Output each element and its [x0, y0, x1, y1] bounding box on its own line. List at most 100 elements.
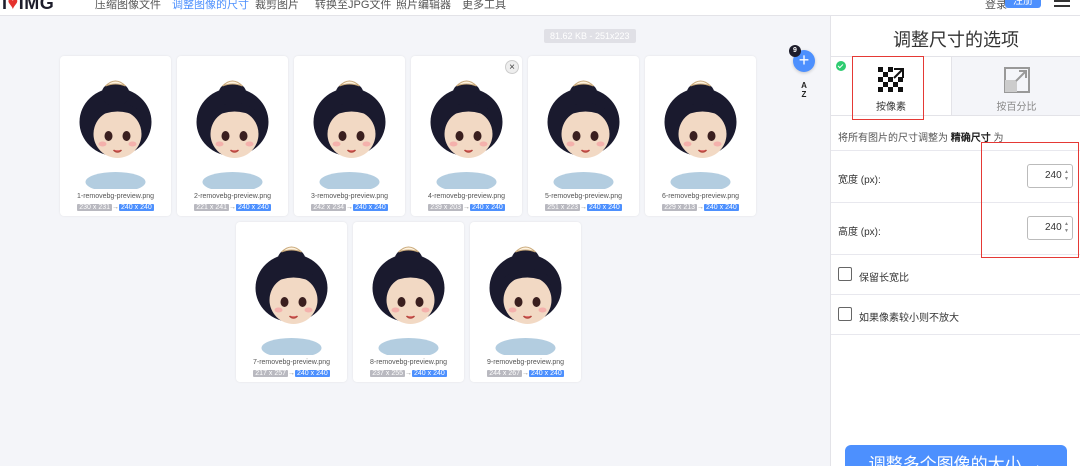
desc-text: 将所有图片的尺寸调整为	[838, 133, 951, 144]
dimension-labels: 237 x 255 → 240 x 240	[353, 369, 464, 379]
nav-photo-editor[interactable]: 照片编辑器	[396, 0, 451, 12]
target-size: 240 x 240	[119, 204, 154, 211]
chibi-girl-thumbnail	[196, 80, 269, 189]
file-count-badge: 9	[789, 45, 801, 57]
dimension-labels: 244 x 267 → 240 x 240	[470, 369, 581, 379]
width-label: 宽度 (px):	[838, 175, 881, 186]
original-size: 244 x 267	[487, 370, 522, 377]
divider	[831, 334, 1080, 335]
target-size: 240 x 240	[470, 204, 505, 211]
signup-button[interactable]: 注册	[1005, 0, 1041, 8]
sort-az-button[interactable]: A Z	[794, 81, 814, 101]
target-size: 240 x 240	[295, 370, 330, 377]
file-name: 6-removebg-preview.png	[661, 193, 740, 200]
target-size: 240 x 240	[529, 370, 564, 377]
nav-more-tools[interactable]: 更多工具	[462, 0, 506, 12]
file-name: 4-removebg-preview.png	[427, 193, 506, 200]
arrow-icon: →	[405, 370, 412, 377]
panel-title: 调整尺寸的选项	[893, 30, 1019, 50]
file-card[interactable]: 3-removebg-preview.png 242 x 234 → 240 x 24…	[294, 56, 405, 216]
resize-percent-icon	[1004, 67, 1030, 93]
resize-description: 将所有图片的尺寸调整为 精确尺寸 为	[838, 129, 1004, 144]
original-size: 251 x 223	[545, 204, 580, 211]
heart-icon: ♥	[7, 0, 19, 13]
arrow-icon: →	[288, 370, 295, 377]
file-card[interactable]: 8-removebg-preview.png 237 x 255 → 240 x 24…	[353, 222, 464, 382]
file-card[interactable]: 2-removebg-preview.png 221 x 241 → 240 x 24…	[177, 56, 288, 216]
target-size: 240 x 240	[353, 204, 388, 211]
no-enlarge-row[interactable]: 如果像素较小则不放大	[831, 294, 1080, 334]
chibi-girl-thumbnail	[255, 246, 328, 355]
tab-by-percentage[interactable]: 按百分比	[951, 57, 1080, 115]
chibi-girl-thumbnail	[664, 80, 737, 189]
file-card[interactable]: 4-removebg-preview.png 239 x 203 → 240 x 24…	[411, 56, 522, 216]
arrow-icon: →	[463, 204, 470, 211]
keep-ratio-label: 保留长宽比	[859, 273, 909, 284]
original-size: 229 x 213	[662, 204, 697, 211]
target-size: 240 x 240	[587, 204, 622, 211]
file-card[interactable]: 6-removebg-preview.png 229 x 213 → 240 x 24…	[645, 56, 756, 216]
file-card[interactable]: 5-removebg-preview.png 251 x 223 → 240 x 24…	[528, 56, 639, 216]
check-icon	[836, 61, 846, 71]
size-tooltip: 81.62 KB - 251x223	[544, 29, 636, 43]
arrow-icon: →	[346, 204, 353, 211]
target-size: 240 x 240	[236, 204, 271, 211]
nav-compress[interactable]: 压缩图像文件	[95, 0, 161, 12]
chibi-girl-thumbnail	[430, 80, 503, 189]
target-size: 240 x 240	[412, 370, 447, 377]
height-label: 高度 (px):	[838, 227, 881, 238]
nav-crop[interactable]: 裁剪图片	[255, 0, 299, 12]
original-size: 217 x 257	[253, 370, 288, 377]
dimension-labels: 229 x 213 → 240 x 240	[645, 203, 756, 213]
dimension-labels: 230 x 231 → 240 x 240	[60, 203, 171, 213]
dimension-labels: 242 x 234 → 240 x 240	[294, 203, 405, 213]
keep-ratio-row[interactable]: 保留长宽比	[831, 254, 1080, 294]
file-card[interactable]: 9-removebg-preview.png 244 x 267 → 240 x 24…	[470, 222, 581, 382]
resize-options-panel: 调整尺寸的选项 按像素 按百分比 将所有图片的尺寸调整为 精确尺寸 为 宽度 (…	[830, 16, 1080, 466]
file-name: 5-removebg-preview.png	[544, 193, 623, 200]
file-name: 3-removebg-preview.png	[310, 193, 389, 200]
file-card[interactable]: 7-removebg-preview.png 217 x 257 → 240 x 24…	[236, 222, 347, 382]
file-name: 8-removebg-preview.png	[369, 359, 448, 366]
nav-convert-jpg[interactable]: 转换至JPG文件	[315, 0, 391, 12]
chibi-girl-thumbnail	[372, 246, 445, 355]
sort-z-letter: Z	[801, 90, 807, 99]
original-size: 239 x 203	[428, 204, 463, 211]
chibi-girl-thumbnail	[547, 80, 620, 189]
highlight-box-pixels-tab	[852, 56, 924, 120]
original-size: 237 x 255	[370, 370, 405, 377]
sort-a-letter: A	[801, 81, 807, 90]
arrow-icon: →	[112, 204, 119, 211]
original-size: 230 x 231	[77, 204, 112, 211]
file-name: 9-removebg-preview.png	[486, 359, 565, 366]
no-enlarge-checkbox[interactable]	[838, 307, 852, 321]
arrow-icon: →	[229, 204, 236, 211]
file-name: 2-removebg-preview.png	[193, 193, 272, 200]
original-size: 221 x 241	[194, 204, 229, 211]
resize-submit-button[interactable]: 调整多个图像的大小 →	[845, 445, 1067, 466]
file-workspace: 81.62 KB - 251x223 1-removebg-preview.pn…	[0, 17, 830, 466]
keep-ratio-checkbox[interactable]	[838, 267, 852, 281]
chibi-girl-thumbnail	[79, 80, 152, 189]
tab-by-percentage-label: 按百分比	[996, 102, 1037, 113]
arrow-icon: →	[522, 370, 529, 377]
top-navigation: I♥IMG 压缩图像文件 调整图像的尺寸 裁剪图片 转换至JPG文件 照片编辑器…	[0, 0, 1080, 16]
nav-resize[interactable]: 调整图像的尺寸	[172, 0, 249, 12]
dimension-labels: 239 x 203 → 240 x 240	[411, 203, 522, 213]
file-name: 1-removebg-preview.png	[76, 193, 155, 200]
target-size: 240 x 240	[704, 204, 739, 211]
arrow-icon: →	[697, 204, 704, 211]
no-enlarge-label: 如果像素较小则不放大	[859, 313, 959, 324]
original-size: 242 x 234	[311, 204, 346, 211]
chibi-girl-thumbnail	[313, 80, 386, 189]
dimension-labels: 221 x 241 → 240 x 240	[177, 203, 288, 213]
logo[interactable]: I♥IMG	[2, 0, 54, 14]
file-name: 7-removebg-preview.png	[252, 359, 331, 366]
login-link[interactable]: 登录	[985, 0, 1007, 12]
hamburger-menu-icon[interactable]	[1054, 0, 1070, 10]
highlight-box-dimensions	[981, 142, 1079, 258]
file-card[interactable]: 1-removebg-preview.png 230 x 231 → 240 x 24…	[60, 56, 171, 216]
dimension-labels: 217 x 257 → 240 x 240	[236, 369, 347, 379]
close-icon[interactable]: ×	[505, 60, 519, 74]
chibi-girl-thumbnail	[489, 246, 562, 355]
